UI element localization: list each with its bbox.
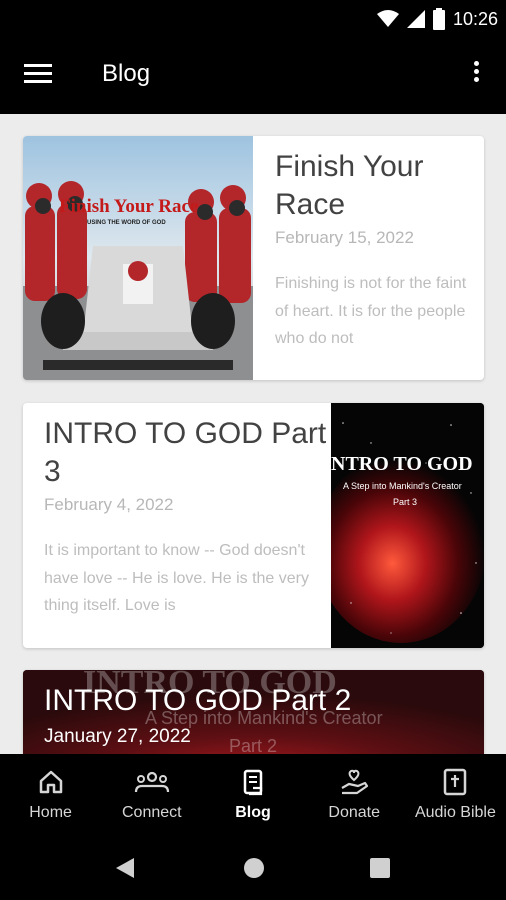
nav-blog[interactable]: Blog (202, 754, 303, 836)
nav-connect[interactable]: Connect (101, 754, 202, 836)
bottom-navigation: Home Connect Blog Donate Audio Bible (0, 754, 506, 836)
nav-home[interactable]: Home (0, 754, 101, 836)
post-thumbnail: NTRO TO GOD A Step into Mankind's Creato… (331, 403, 484, 648)
card-bg-part: Part 2 (229, 736, 278, 754)
nav-blog-label: Blog (235, 804, 271, 821)
nav-donate[interactable]: Donate (304, 754, 405, 836)
post-excerpt: Finishing is not for the faint of heart.… (275, 275, 467, 347)
bible-book-icon (444, 768, 467, 796)
home-icon (39, 770, 62, 794)
status-time: 10:26 (452, 8, 498, 29)
blog-card-intro-to-god-part-2[interactable]: INTRO TO GOD A Step into Mankind's Creat… (23, 670, 484, 754)
status-icons: 10:26 (376, 6, 498, 32)
system-navigation-bar (0, 836, 506, 900)
thumb-title: NTRO TO GOD (331, 453, 473, 475)
thumb-title: Finish Your Race (59, 196, 199, 217)
blog-list[interactable]: Finish Your Race USING THE WORD OF GOD F… (0, 114, 506, 754)
cell-signal-icon (406, 10, 425, 28)
nav-donate-label: Donate (328, 804, 380, 821)
post-excerpt: It is important to know -- God doesn't h… (44, 542, 309, 614)
nav-audio-bible-label: Audio Bible (414, 804, 496, 821)
battery-icon (432, 8, 445, 30)
status-bar: 10:26 (0, 0, 506, 38)
nav-audio-bible[interactable]: Audio Bible (405, 754, 506, 836)
blog-card-intro-to-god-part-3[interactable]: INTRO TO GOD Part 3 February 4, 2022 It … (23, 403, 484, 648)
post-title: Finish Your Race (275, 150, 424, 221)
home-circle-icon[interactable] (242, 856, 266, 880)
hamburger-icon (24, 64, 52, 67)
back-icon[interactable] (114, 856, 136, 880)
post-thumbnail: Finish Your Race USING THE WORD OF GOD (23, 136, 253, 380)
nav-home-label: Home (29, 804, 72, 821)
thumb-subtitle: A Step into Mankind's Creator (343, 481, 462, 491)
post-date: February 15, 2022 (275, 228, 414, 247)
post-title: INTRO TO GOD Part 2 (44, 684, 352, 717)
people-icon (134, 771, 169, 793)
thumb-subtitle: USING THE WORD OF GOD (87, 220, 166, 226)
menu-button[interactable] (24, 64, 54, 88)
more-options-button[interactable] (468, 58, 484, 92)
post-date: January 27, 2022 (44, 726, 191, 747)
thumb-part: Part 3 (393, 497, 418, 507)
nav-connect-label: Connect (122, 804, 182, 821)
wifi-icon (376, 10, 399, 27)
recents-square-icon[interactable] (369, 857, 391, 879)
more-vert-icon (473, 61, 479, 66)
post-date: February 4, 2022 (44, 495, 174, 514)
app-bar: Blog (0, 38, 506, 114)
donate-hand-heart-icon (341, 769, 369, 795)
blog-card-finish-your-race[interactable]: Finish Your Race USING THE WORD OF GOD F… (23, 136, 484, 380)
scroll-icon (243, 769, 263, 796)
page-title: Blog (102, 60, 151, 87)
post-title: INTRO TO GOD Part 3 (44, 417, 327, 488)
